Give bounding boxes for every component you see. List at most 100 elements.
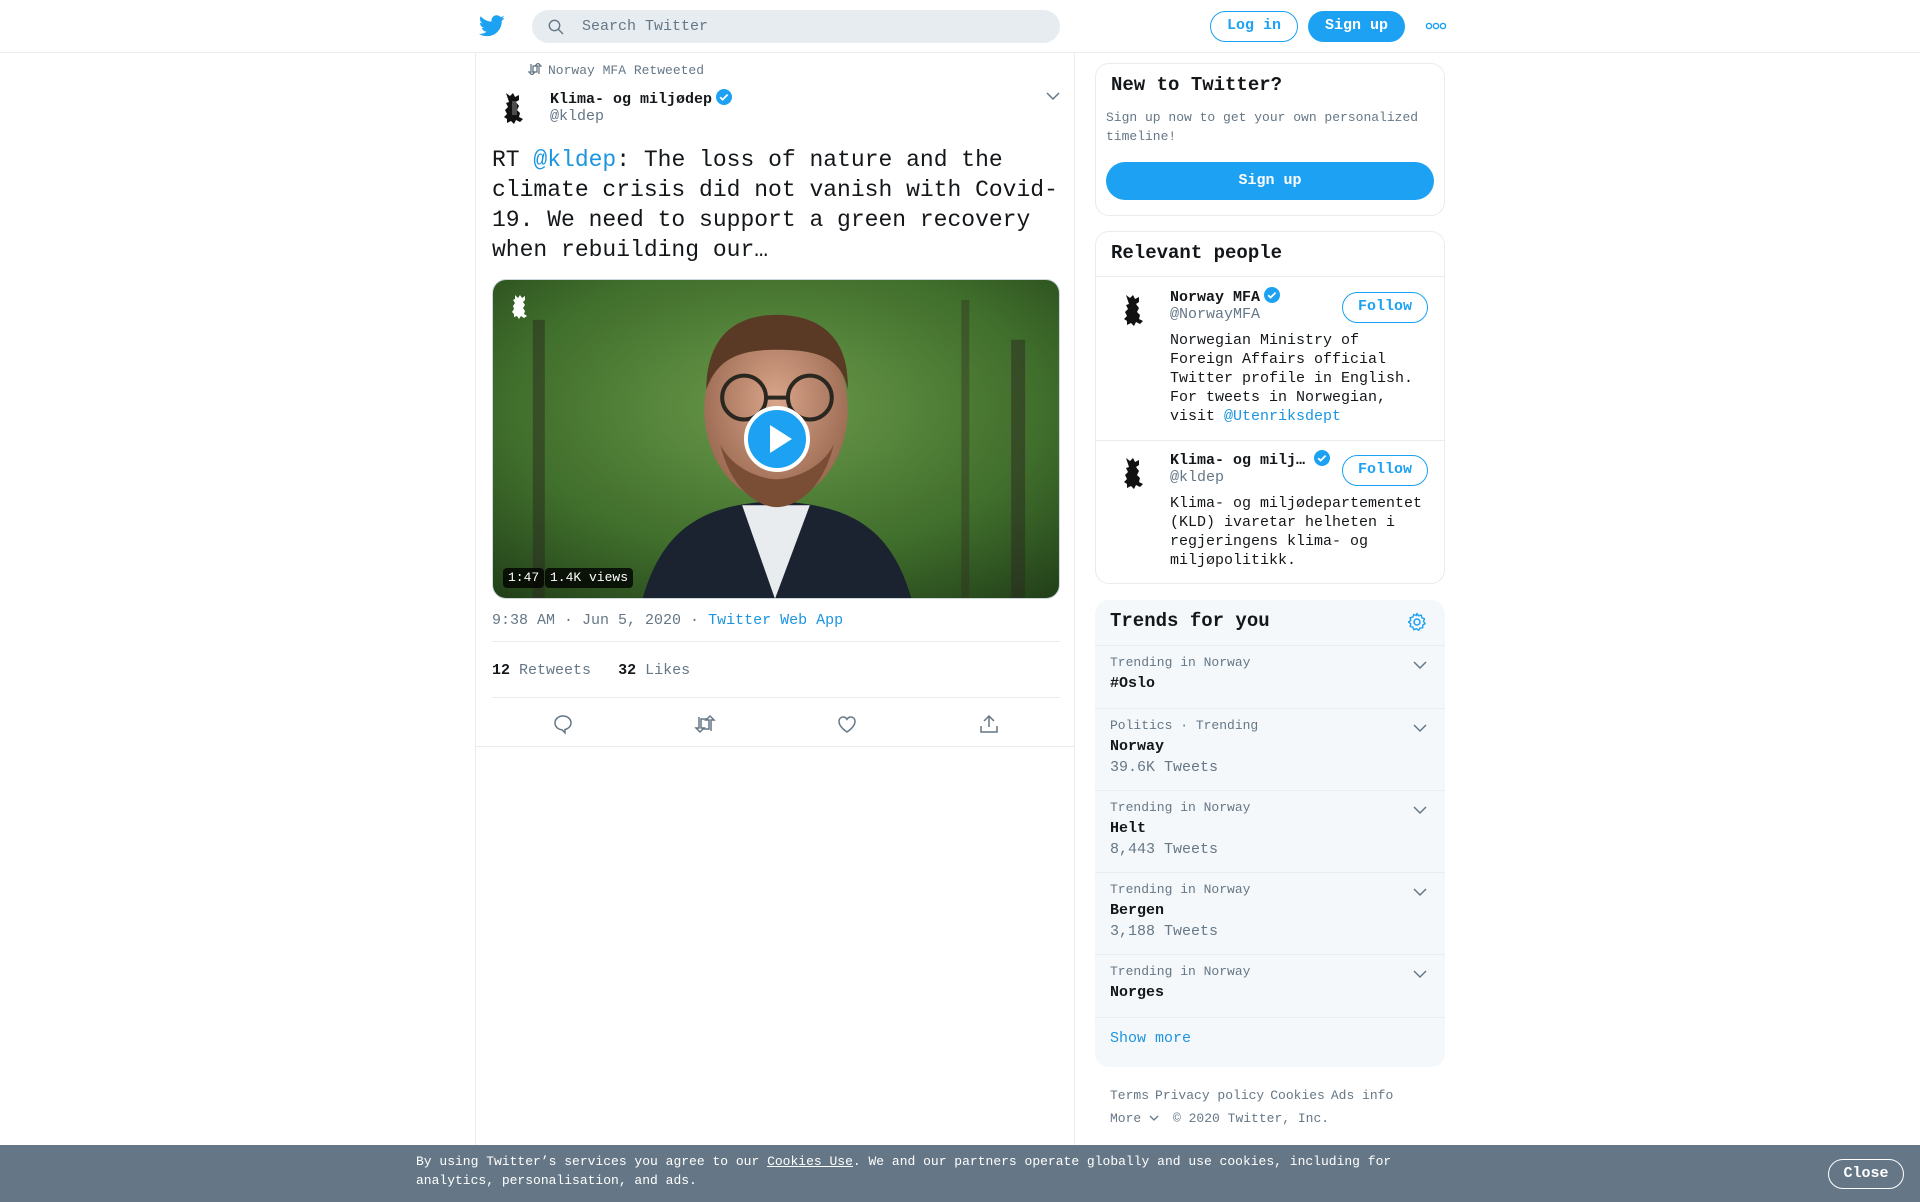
person-name[interactable]: Norway MFA [1170, 286, 1281, 306]
footer-more-menu[interactable]: More [1110, 1107, 1159, 1130]
person-name-text[interactable]: Norway MFA [1170, 289, 1260, 306]
bio-mention-link[interactable]: @Utenriksdept [1224, 408, 1341, 425]
trend-context: Trending in Norway [1110, 882, 1251, 897]
author-name-text[interactable]: Klima- og miljødep [550, 91, 712, 108]
footer-link-terms[interactable]: Terms [1110, 1088, 1149, 1103]
chevron-down-icon[interactable] [1413, 887, 1427, 897]
gear-icon[interactable] [1407, 612, 1427, 632]
search-placeholder: Search Twitter [582, 18, 709, 35]
author-avatar[interactable] [492, 85, 536, 129]
likes-count: 32 [618, 662, 637, 679]
cookies-use-link[interactable]: Cookies Use [767, 1154, 853, 1169]
footer-more-label[interactable]: More [1110, 1111, 1141, 1126]
retweet-context: Norway MFA Retweeted [528, 63, 704, 78]
tweet-metadata: 9:38 AM · Jun 5, 2020 · Twitter Web App [492, 612, 843, 629]
trends-card: Trends for you Trending in Norway #Oslo … [1095, 600, 1445, 1067]
retweets-label: Retweets [519, 662, 592, 679]
footer-links: Terms Privacy policy Cookies Ads info More … [1110, 1084, 1440, 1130]
trend-item[interactable]: Trending in Norway Helt 8,443 Tweets [1095, 790, 1445, 872]
new-to-twitter-card: New to Twitter? Sign up now to get your … [1095, 63, 1445, 216]
share-icon[interactable] [978, 713, 1000, 735]
person-bio: Norwegian Ministry of Foreign Affairs of… [1170, 331, 1430, 426]
trend-name: Helt [1110, 820, 1147, 837]
video-views: 1.4K views [545, 568, 634, 588]
login-button[interactable]: Log in [1210, 11, 1298, 42]
cookie-text-before: By using Twitter’s services you agree to… [416, 1154, 768, 1169]
signup-button[interactable]: Sign up [1308, 11, 1405, 42]
chevron-down-icon[interactable] [1413, 805, 1427, 815]
twitter-bird-icon[interactable] [479, 14, 505, 38]
chevron-down-icon[interactable] [1413, 660, 1427, 670]
person-card-kldep[interactable]: Klima- og milj… @kldep Follow Klima- og … [1096, 440, 1444, 583]
chevron-down-icon[interactable] [1046, 91, 1060, 101]
trend-item[interactable]: Politics · Trending Norway 39.6K Tweets [1095, 708, 1445, 790]
tweet-author: Klima- og miljødep @kldep [492, 85, 1060, 135]
trend-item[interactable]: Trending in Norway #Oslo [1095, 645, 1445, 708]
relevant-people-card: Relevant people Norway MFA @NorwayMFA Fo… [1095, 231, 1445, 584]
show-more-link[interactable]: Show more [1110, 1030, 1191, 1047]
mention-link[interactable]: @kldep [533, 147, 616, 173]
footer-link-privacy[interactable]: Privacy policy [1155, 1088, 1264, 1103]
divider [476, 746, 1074, 747]
person-handle[interactable]: @NorwayMFA [1170, 306, 1260, 323]
retweets-stat[interactable]: 12 Retweets [492, 662, 591, 679]
reply-icon[interactable] [552, 713, 574, 735]
new-to-twitter-title: New to Twitter? [1111, 74, 1283, 96]
cookie-notice-text: By using Twitter’s services you agree to… [416, 1152, 1416, 1190]
trend-item[interactable]: Trending in Norway Norges [1095, 954, 1445, 1017]
person-name-text[interactable]: Klima- og milj… [1170, 452, 1305, 469]
trend-name: Bergen [1110, 902, 1165, 919]
author-handle[interactable]: @kldep [550, 108, 604, 125]
verified-badge-icon [1264, 287, 1281, 303]
person-card-norwaymfa[interactable]: Norway MFA @NorwayMFA Follow Norwegian M… [1096, 277, 1444, 440]
follow-button[interactable]: Follow [1342, 292, 1428, 323]
chevron-down-icon[interactable] [1413, 969, 1427, 979]
trend-name: #Oslo [1110, 675, 1156, 692]
retweet-action-icon[interactable] [694, 713, 716, 735]
cookie-consent-bar: By using Twitter’s services you agree to… [0, 1145, 1920, 1202]
trend-context: Trending in Norway [1110, 800, 1251, 815]
retweet-icon [528, 63, 542, 75]
person-handle[interactable]: @kldep [1170, 469, 1224, 486]
trend-tweet-count: 3,188 Tweets [1110, 923, 1219, 940]
tweet-text: RT @kldep: The loss of nature and the cl… [492, 145, 1062, 265]
video-player[interactable]: 1:47 1.4K views [492, 279, 1060, 599]
person-bio: Klima- og miljødepartementet (KLD) ivare… [1170, 495, 1423, 569]
footer-link-ads-info[interactable]: Ads info [1331, 1088, 1393, 1103]
tweet-actions [492, 713, 1060, 755]
tweet-column: Norway MFA Retweeted Klima- og miljødep … [475, 53, 1075, 1202]
person-avatar[interactable] [1112, 287, 1156, 331]
retweeted-by-text[interactable]: Norway MFA Retweeted [548, 63, 704, 78]
follow-button[interactable]: Follow [1342, 455, 1428, 486]
norway-coat-of-arms-icon [512, 295, 527, 319]
trend-item[interactable]: Trending in Norway Bergen 3,188 Tweets [1095, 872, 1445, 954]
author-name[interactable]: Klima- og miljødep [550, 88, 733, 108]
play-button-icon[interactable] [744, 406, 810, 472]
divider [492, 641, 1060, 642]
like-heart-icon[interactable] [836, 713, 858, 735]
trend-name: Norges [1110, 984, 1165, 1001]
top-navigation-bar: Search Twitter Log in Sign up [0, 0, 1920, 53]
person-avatar[interactable] [1112, 450, 1156, 494]
verified-badge-icon [716, 89, 733, 105]
close-cookie-button[interactable]: Close [1828, 1159, 1904, 1189]
tweet-source-link[interactable]: Twitter Web App [708, 612, 843, 629]
tweet-stats: 12 Retweets 32 Likes [492, 662, 690, 679]
footer-link-cookies[interactable]: Cookies [1270, 1088, 1325, 1103]
likes-stat[interactable]: 32 Likes [618, 662, 690, 679]
chevron-down-icon [1149, 1115, 1159, 1121]
more-options-icon[interactable] [1425, 21, 1447, 31]
relevant-people-title: Relevant people [1111, 242, 1283, 264]
copyright: © 2020 Twitter, Inc. [1173, 1111, 1330, 1126]
search-icon [548, 19, 564, 35]
trend-tweet-count: 8,443 Tweets [1110, 841, 1219, 858]
trend-context: Trending in Norway [1110, 964, 1251, 979]
person-name[interactable]: Klima- og milj… [1170, 449, 1331, 469]
tweet-timestamp[interactable]: 9:38 AM · Jun 5, 2020 · [492, 612, 699, 629]
search-bar[interactable]: Search Twitter [532, 10, 1060, 43]
new-to-twitter-description: Sign up now to get your own personalized… [1106, 110, 1419, 144]
trend-name: Norway [1110, 738, 1165, 755]
divider [1095, 1017, 1445, 1018]
chevron-down-icon[interactable] [1413, 723, 1427, 733]
sidebar-signup-button[interactable]: Sign up [1106, 162, 1434, 200]
